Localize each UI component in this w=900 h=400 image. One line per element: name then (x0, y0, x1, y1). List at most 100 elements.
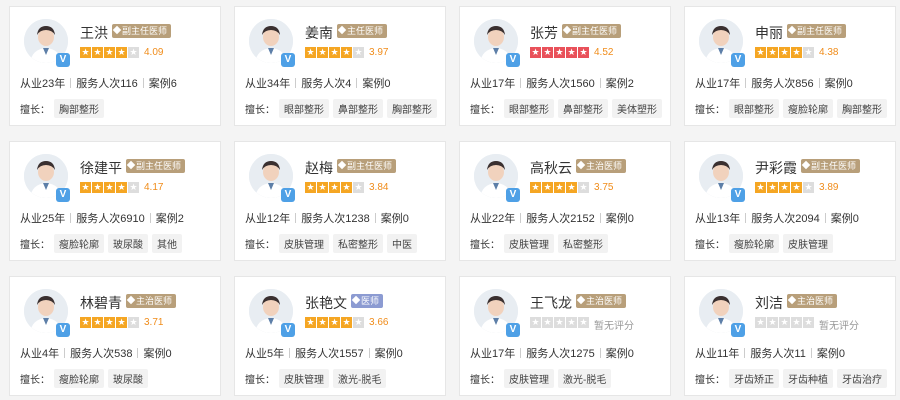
specialty-row: 擅长： 眼部整形 鼻部整形 胸部整形 (245, 99, 437, 118)
years-of-practice: 从业5年 (245, 348, 285, 360)
star-icon: ★ (317, 47, 328, 58)
specialty-tag[interactable]: 瘦脸轮廓 (729, 234, 779, 253)
rating-stars: ★ ★ ★ ★ ★ (305, 47, 364, 58)
doctor-stats: 从业17年 服务人次1560 案例2 (470, 75, 634, 91)
specialty-tag[interactable]: 私密整形 (558, 234, 608, 253)
doctor-name[interactable]: 王洪 (80, 23, 108, 43)
stats-divider (520, 348, 522, 358)
specialty-tag[interactable]: 牙齿种植 (783, 369, 833, 388)
doctor-grid: V 王洪 副主任医师 ★ ★ ★ ★ ★ 4.09 从业23年 服务人次116 案例6 擅长… (0, 0, 900, 400)
case-count: 案例0 (143, 348, 172, 360)
specialty-tag[interactable]: 瘦脸轮廓 (54, 369, 104, 388)
specialty-tag[interactable]: 胸部整形 (54, 99, 104, 118)
specialty-tag[interactable]: 其他 (152, 234, 182, 253)
stats-divider (745, 213, 747, 223)
doctor-title-badge: 主任医师 (337, 24, 388, 38)
verified-icon: V (281, 53, 295, 67)
specialty-tag[interactable]: 瘦脸轮廓 (54, 234, 104, 253)
star-icon: ★ (779, 182, 790, 193)
doctor-title-badge: 主治医师 (576, 294, 627, 308)
doctor-name[interactable]: 张艳文 (305, 293, 347, 313)
doctor-name[interactable]: 申丽 (755, 23, 783, 43)
doctor-stats: 从业34年 服务人次4 案例0 (245, 75, 391, 91)
years-of-practice: 从业13年 (695, 213, 741, 225)
specialty-tag[interactable]: 中医 (387, 234, 417, 253)
specialty-tag[interactable]: 玻尿酸 (108, 234, 148, 253)
specialty-tag[interactable]: 美体塑形 (612, 99, 662, 118)
verified-icon: V (56, 323, 70, 337)
specialty-label: 擅长： (695, 375, 725, 386)
star-icon: ★ (353, 47, 364, 58)
specialty-tag[interactable]: 皮肤管理 (279, 234, 329, 253)
specialty-tag[interactable]: 胸部整形 (387, 99, 437, 118)
star-icon: ★ (128, 317, 139, 328)
specialty-tag[interactable]: 牙齿治疗 (837, 369, 887, 388)
doctor-card[interactable]: V 徐建平 副主任医师 ★ ★ ★ ★ ★ 4.17 从业25年 服务人次6910 案例2 … (9, 141, 221, 261)
specialty-row: 擅长： 眼部整形 瘦脸轮廓 胸部整形 (695, 99, 887, 118)
specialty-label: 擅长： (20, 240, 50, 251)
verified-icon: V (281, 188, 295, 202)
star-icon: ★ (578, 317, 589, 328)
star-icon: ★ (566, 317, 577, 328)
doctor-card[interactable]: V 高秋云 主治医师 ★ ★ ★ ★ ★ 3.75 从业22年 服务人次2152 案例0 擅… (459, 141, 671, 261)
star-icon: ★ (104, 47, 115, 58)
rating-stars: ★ ★ ★ ★ ★ (305, 317, 364, 328)
doctor-card[interactable]: V 王飞龙 主治医师 ★ ★ ★ ★ ★ 暂无评分 从业17年 服务人次1275 案例0 擅… (459, 276, 671, 396)
doctor-name[interactable]: 尹彩霞 (755, 158, 797, 178)
doctor-name[interactable]: 高秋云 (530, 158, 572, 178)
rating-stars: ★ ★ ★ ★ ★ (755, 182, 814, 193)
star-icon: ★ (755, 317, 766, 328)
doctor-stats: 从业23年 服务人次116 案例6 (20, 75, 177, 91)
specialty-tag[interactable]: 眼部整形 (504, 99, 554, 118)
specialty-tag[interactable]: 激光-脱毛 (558, 369, 612, 388)
specialty-tag[interactable]: 皮肤管理 (504, 369, 554, 388)
doctor-name[interactable]: 刘洁 (755, 293, 783, 313)
specialty-tag[interactable]: 牙齿矫正 (729, 369, 779, 388)
specialty-label: 擅长： (245, 105, 275, 116)
doctor-card[interactable]: V 赵梅 副主任医师 ★ ★ ★ ★ ★ 3.84 从业12年 服务人次1238 案例0 擅… (234, 141, 446, 261)
star-icon: ★ (566, 47, 577, 58)
doctor-name[interactable]: 张芳 (530, 23, 558, 43)
star-icon: ★ (791, 182, 802, 193)
doctor-card[interactable]: V 张艳文 医师 ★ ★ ★ ★ ★ 3.66 从业5年 服务人次1557 案例0 擅长： … (234, 276, 446, 396)
doctor-name[interactable]: 林碧青 (80, 293, 122, 313)
specialty-tag[interactable]: 眼部整形 (279, 99, 329, 118)
specialty-tag[interactable]: 鼻部整形 (333, 99, 383, 118)
doctor-name[interactable]: 姜南 (305, 23, 333, 43)
specialty-tag[interactable]: 瘦脸轮廓 (783, 99, 833, 118)
doctor-name[interactable]: 王飞龙 (530, 293, 572, 313)
star-icon: ★ (542, 317, 553, 328)
specialty-tag[interactable]: 胸部整形 (837, 99, 887, 118)
specialty-tag[interactable]: 玻尿酸 (108, 369, 148, 388)
specialty-tag[interactable]: 皮肤管理 (279, 369, 329, 388)
doctor-card[interactable]: V 张芳 副主任医师 ★ ★ ★ ★ ★ 4.52 从业17年 服务人次1560 案例2 擅… (459, 6, 671, 126)
specialty-tag[interactable]: 私密整形 (333, 234, 383, 253)
doctor-card[interactable]: V 王洪 副主任医师 ★ ★ ★ ★ ★ 4.09 从业23年 服务人次116 案例6 擅长… (9, 6, 221, 126)
star-icon: ★ (317, 317, 328, 328)
doctor-name[interactable]: 徐建平 (80, 158, 122, 178)
star-icon: ★ (542, 47, 553, 58)
specialty-label: 擅长： (470, 375, 500, 386)
doctor-card[interactable]: V 尹彩霞 副主任医师 ★ ★ ★ ★ ★ 3.89 从业13年 服务人次2094 案例0 … (684, 141, 896, 261)
star-icon: ★ (767, 182, 778, 193)
doctor-card[interactable]: V 林碧青 主治医师 ★ ★ ★ ★ ★ 3.71 从业4年 服务人次538 案例0 擅长：… (9, 276, 221, 396)
service-count: 服务人次1275 (526, 348, 595, 360)
doctor-title-badge: 副主任医师 (126, 159, 186, 173)
doctor-card[interactable]: V 刘洁 主治医师 ★ ★ ★ ★ ★ 暂无评分 从业11年 服务人次11 案例0 擅长： … (684, 276, 896, 396)
specialty-tag[interactable]: 皮肤管理 (783, 234, 833, 253)
doctor-card[interactable]: V 姜南 主任医师 ★ ★ ★ ★ ★ 3.97 从业34年 服务人次4 案例0 擅长： 眼… (234, 6, 446, 126)
specialty-tag[interactable]: 眼部整形 (729, 99, 779, 118)
rating-score: 3.71 (144, 317, 164, 328)
specialty-tag[interactable]: 激光-脱毛 (333, 369, 387, 388)
specialty-tag[interactable]: 皮肤管理 (504, 234, 554, 253)
star-icon: ★ (530, 317, 541, 328)
rating-score: 3.97 (369, 47, 389, 58)
stats-divider (824, 213, 826, 223)
stats-divider (599, 213, 601, 223)
doctor-card[interactable]: V 申丽 副主任医师 ★ ★ ★ ★ ★ 4.38 从业17年 服务人次856 案例0 擅长… (684, 6, 896, 126)
stats-divider (64, 348, 66, 358)
rating-score: 4.38 (819, 47, 839, 58)
doctor-stats: 从业12年 服务人次1238 案例0 (245, 210, 409, 226)
specialty-tag[interactable]: 鼻部整形 (558, 99, 608, 118)
doctor-name[interactable]: 赵梅 (305, 158, 333, 178)
